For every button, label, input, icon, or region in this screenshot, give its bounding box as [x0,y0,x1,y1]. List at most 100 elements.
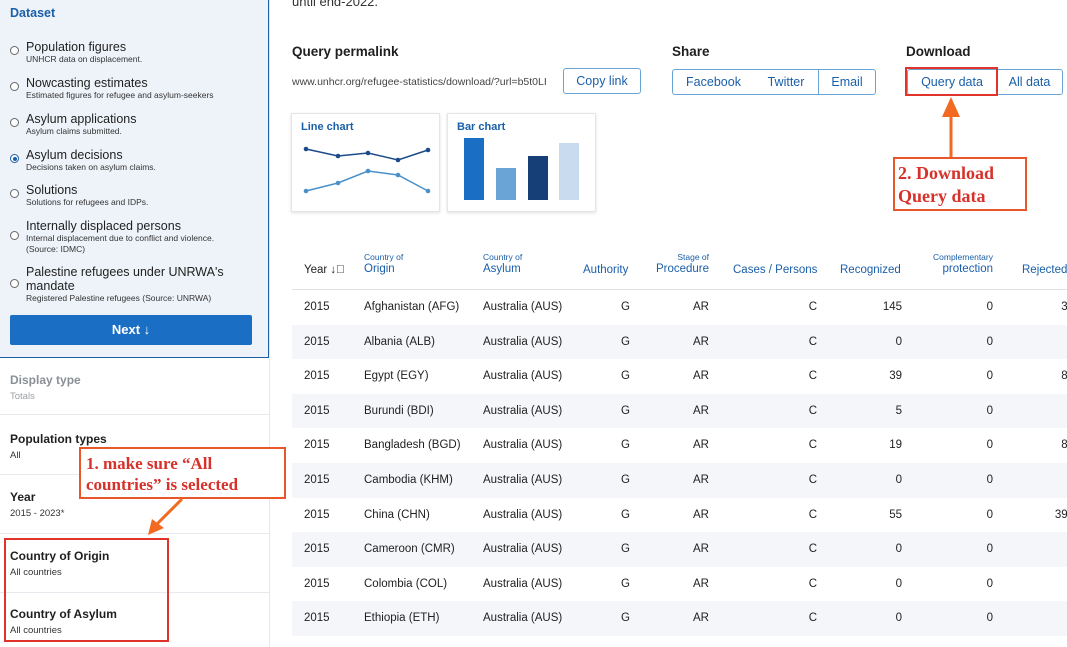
cell-authority: G [621,508,630,521]
download-all-data-button[interactable]: All data [996,69,1063,95]
cell-recognized: 145 [882,301,902,313]
cell-asylum: Australia (AUS) [483,301,563,313]
display-type-section[interactable]: Display type Totals [10,373,81,402]
cell-asylum: Australia (AUS) [483,474,563,486]
cell-comp: 0 [986,370,993,383]
cell-cases: C [808,301,817,313]
cell-asylum: Australia (AUS) [483,404,563,417]
cell-year: 2015 [304,335,330,348]
radio-button-selected[interactable] [10,154,19,163]
col-stage-header[interactable]: Stage of Procedure [654,252,709,275]
dataset-option-desc: Asylum claims submitted. [26,126,122,136]
col-stage-label: Procedure [655,263,709,275]
bar-chart-card[interactable]: Bar chart [447,113,596,212]
cell-recognized: 0 [895,612,902,625]
cell-cases: C [808,577,817,590]
col-year-header[interactable]: Year ↓⃓ [304,264,345,276]
dataset-panel: Dataset Population figures UNHCR data on… [0,0,269,358]
table-row[interactable]: 2015 Bangladesh (BGD) Australia (AUS) G AR C 1… [292,428,1067,463]
col-rejected-header[interactable]: Rejected [1022,264,1067,276]
cell-year: 2015 [304,543,330,556]
col-complementary-label: protection [942,263,993,275]
annotation-step-2: 2. Download Query data [893,157,1027,211]
cell-asylum: Australia (AUS) [483,439,563,452]
col-asylum-header[interactable]: Country of Asylum [483,252,522,275]
cell-recognized: 39 [889,370,902,383]
col-origin-small: Country of [364,252,404,262]
cell-year: 2015 [304,301,330,313]
share-twitter-button[interactable]: Twitter [754,69,819,95]
col-origin-header[interactable]: Country of Origin [364,252,403,275]
cell-origin: Ethiopia (ETH) [364,612,440,625]
next-button[interactable]: Next ↓ [10,315,252,345]
radio-button[interactable] [10,189,19,198]
cell-recognized: 0 [895,335,902,348]
cell-origin: Cameroon (CMR) [364,543,455,556]
dataset-option-idps[interactable]: Internally displaced persons Internal di… [8,219,263,255]
radio-button[interactable] [10,231,19,240]
cell-stage: AR [693,301,709,313]
dataset-option-source: (Source: IDMC) [26,244,86,254]
copy-link-button[interactable]: Copy link [563,68,641,94]
dataset-option-solutions[interactable]: Solutions Solutions for refugees and IDP… [8,183,263,209]
cell-comp: 0 [986,612,993,625]
share-facebook-button[interactable]: Facebook [672,69,755,95]
cell-cases: C [808,335,817,348]
col-asylum-small: Country of [483,252,523,262]
table-row[interactable]: 2015 Ethiopia (ETH) Australia (AUS) G AR C 0 0 5 [292,601,1067,636]
country-highlight-box [4,538,169,642]
dataset-option-asylum-applications[interactable]: Asylum applications Asylum claims submit… [8,112,263,138]
cell-cases: C [808,474,817,486]
cell-origin: Afghanistan (AFG) [364,301,460,313]
cell-cases: C [808,508,817,521]
dataset-option-asylum-decisions[interactable]: Asylum decisions Decisions taken on asyl… [8,148,263,174]
share-title: Share [672,44,710,59]
table-row[interactable]: 2015 Cameroon (CMR) Australia (AUS) G AR C 0 0 5 [292,532,1067,567]
table-row[interactable]: 2015 Egypt (EGY) Australia (AUS) G AR C 39 0 89 [292,359,1067,394]
dataset-option-desc: Solutions for refugees and IDPs. [26,197,149,207]
cell-year: 2015 [304,577,330,590]
table-row[interactable]: 2015 Burundi (BDI) Australia (AUS) G AR C 5 0 0 [292,393,1067,429]
cell-recognized: 0 [895,577,902,590]
cell-origin: China (CHN) [364,508,430,521]
col-recognized-header[interactable]: Recognized [840,264,901,276]
col-authority-header[interactable]: Authority [583,264,628,276]
cell-stage: AR [693,543,709,556]
cell-stage: AR [693,404,709,417]
table-row[interactable]: 2015 Afghanistan (AFG) Australia (AUS) G AR C… [292,290,1067,325]
dataset-option-unrwa[interactable]: Palestine refugees under UNRWA's mandate… [8,265,263,305]
cell-comp: 0 [986,577,993,590]
dataset-option-label-cont: mandate [26,279,75,293]
cell-cases: C [808,612,817,625]
cell-authority: G [621,370,630,383]
radio-button[interactable] [10,118,19,127]
cell-rejected: 0 [1022,394,1067,428]
col-complementary-header[interactable]: Complementary protection [917,252,993,275]
cell-rejected: 397 [1054,508,1067,521]
permalink-url: www.unhcr.org/refugee-statistics/downloa… [292,76,547,88]
table-row[interactable]: 2015 Colombia (COL) Australia (AUS) G AR C 0 0 5 [292,567,1067,602]
line-chart-label: Line chart [301,121,354,133]
table-row[interactable]: 2015 China (CHN) Australia (AUS) G AR C 55 0 397 [292,498,1067,533]
share-email-button[interactable]: Email [818,69,876,95]
cell-stage: AR [693,508,709,521]
dataset-option-desc: Registered Palestine refugees (Source: U… [26,293,212,303]
cell-cases: C [808,370,817,383]
radio-button[interactable] [10,46,19,55]
col-cases-header[interactable]: Cases / Persons [733,264,817,276]
col-asylum-label: Asylum [483,263,521,275]
line-chart-card[interactable]: Line chart [291,113,440,212]
radio-button[interactable] [10,82,19,91]
dataset-option-population[interactable]: Population figures UNHCR data on displac… [8,40,263,66]
cell-comp: 0 [986,474,993,486]
dataset-option-nowcasting[interactable]: Nowcasting estimates Estimated figures f… [8,76,263,102]
table-row[interactable]: 2015 Cambodia (KHM) Australia (AUS) G AR C 0 0 5 [292,463,1067,498]
population-types-title: Population types [10,432,107,446]
radio-button[interactable] [10,279,19,288]
year-section[interactable]: Year 2015 - 2023* [10,490,64,519]
permalink-title: Query permalink [292,44,399,59]
cell-rejected: 84 [1061,439,1067,452]
year-value: 2015 - 2023* [10,508,65,519]
annotation-step-1-line-2: countries” is selected [86,475,239,494]
table-row[interactable]: 2015 Albania (ALB) Australia (AUS) G AR C 0 0 5 [292,324,1067,360]
